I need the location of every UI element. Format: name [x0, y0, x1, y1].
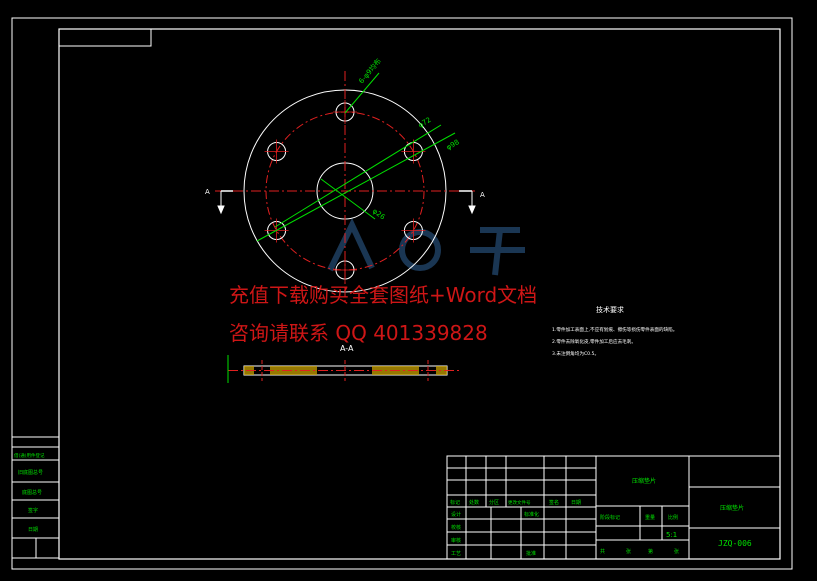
role-design: 设计 — [451, 511, 461, 518]
section-arrow-left — [217, 190, 233, 215]
sheet-label-4: 张 — [674, 548, 679, 555]
role-process: 工艺 — [451, 551, 461, 557]
flange-view — [215, 71, 475, 303]
section-view — [227, 355, 460, 383]
dim-pcd-label: φ72 — [417, 116, 433, 130]
section-arrow-right — [459, 190, 476, 215]
section-mark-left: A — [205, 188, 210, 196]
left-table-cell-5: 日期 — [28, 527, 38, 533]
watermark-line-2: 咨询请联系 QQ 401339828 — [229, 321, 488, 345]
dim-holes-label: 6-φ9均布 — [357, 56, 383, 85]
dim-line-bore — [320, 178, 376, 220]
drawing-number: JZQ-006 — [718, 539, 752, 548]
left-table-cell-1: 借(通)用件登记 — [14, 452, 45, 459]
left-table-cell-4: 签字 — [28, 507, 38, 514]
part-name-center: 压缩垫片 — [632, 477, 656, 485]
tech-req-line-1: 1.零件加工表面上,不应有划痕、擦伤等损伤零件表面的缺陷。 — [552, 326, 677, 333]
dim-line-outer — [256, 132, 456, 242]
dim-outer-label: φ98 — [445, 138, 461, 152]
scale-value: 5:1 — [666, 531, 677, 539]
stage-header-1: 阶段标记 — [600, 514, 620, 521]
dim-line-pcd — [274, 124, 442, 228]
rev-header-4: 更改文件号 — [508, 499, 531, 506]
left-table-cell-3: 底图总号 — [22, 489, 42, 496]
watermark-line-1: 充值下载购买全套图纸+Word文档 — [229, 283, 538, 307]
role-review: 审核 — [451, 537, 461, 544]
rev-header-6: 日期 — [571, 500, 581, 506]
part-name-right: 压缩垫片 — [720, 504, 744, 512]
rev-header-1: 标记 — [450, 499, 460, 506]
role-check: 校核 — [451, 524, 461, 531]
tech-req-line-2: 2.零件去除氧化皮,零件加工后应去毛刺。 — [552, 338, 636, 345]
mid-approve: 批准 — [526, 550, 536, 557]
corner-box — [58, 28, 152, 47]
sheet-label-1: 共 — [600, 548, 605, 555]
tech-req-line-3: 3.未注倒角均为C0.5。 — [552, 350, 599, 357]
rev-header-3: 分区 — [489, 499, 499, 506]
stage-header-3: 比例 — [668, 514, 678, 521]
sheet-label-2: 张 — [626, 548, 631, 555]
mid-standard: 标准化 — [524, 511, 539, 518]
rev-header-2: 处数 — [469, 499, 479, 506]
left-table-cell-2: 旧底图总号 — [18, 469, 43, 476]
section-mark-right: A — [480, 191, 485, 199]
dim-bore-label: φ26 — [371, 207, 387, 222]
stage-header-2: 重量 — [645, 514, 655, 521]
rev-header-5: 签名 — [549, 499, 559, 506]
tech-req-title: 技术要求 — [596, 305, 624, 314]
sheet-label-3: 第 — [648, 548, 653, 555]
